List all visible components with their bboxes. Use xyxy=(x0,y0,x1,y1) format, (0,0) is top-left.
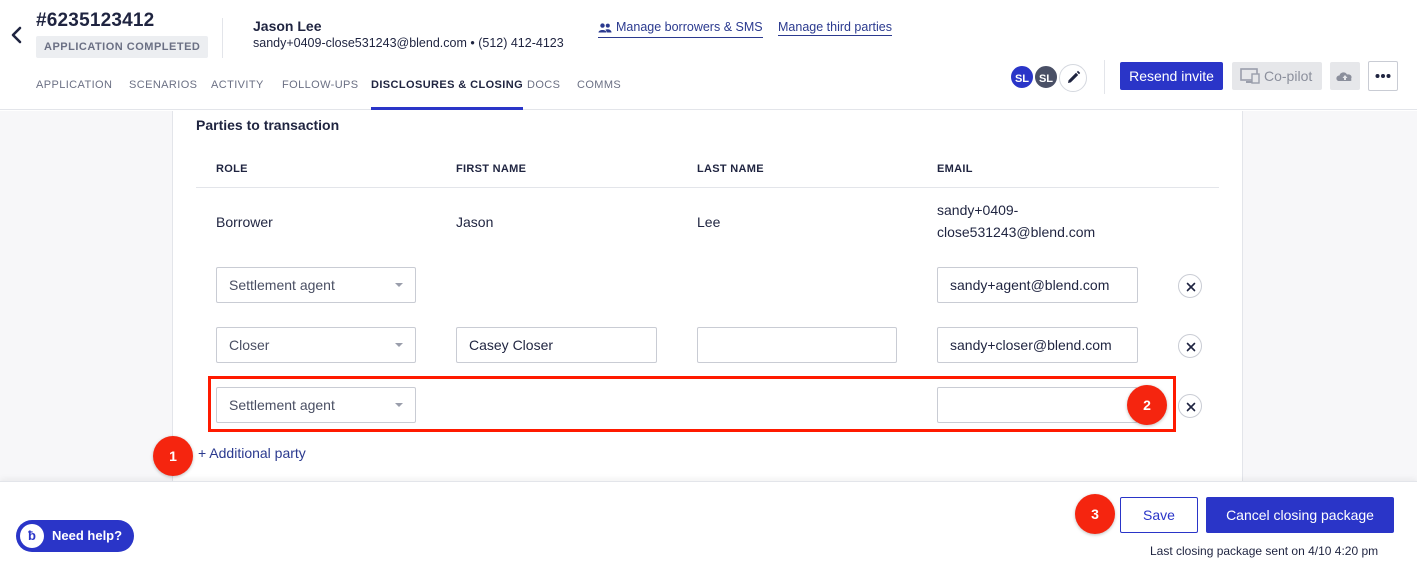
borrower-email-line-2: close531243@blend.com xyxy=(937,224,1096,240)
manage-borrowers-label: Manage borrowers & SMS xyxy=(616,20,763,34)
borrower-first-name: Jason xyxy=(456,214,494,230)
role-select-value: Settlement agent xyxy=(229,277,335,293)
cancel-closing-package-button[interactable]: Cancel closing package xyxy=(1206,497,1394,533)
step-marker-3: 3 xyxy=(1075,494,1115,534)
table-header-divider xyxy=(196,187,1219,188)
column-header-role: ROLE xyxy=(216,163,248,175)
column-header-first-name: FIRST NAME xyxy=(456,163,527,175)
tab-disclosures-closing[interactable]: DISCLOSURES & CLOSING xyxy=(371,70,524,110)
cloud-upload-icon[interactable] xyxy=(1330,62,1360,90)
last-sent-note: Last closing package sent on 4/10 4:20 p… xyxy=(1150,544,1379,558)
step-marker-2: 2 xyxy=(1127,385,1167,425)
header-divider xyxy=(222,18,223,58)
copilot-label: Co-pilot xyxy=(1264,68,1313,84)
need-help-label: Need help? xyxy=(52,528,123,543)
back-arrow-icon[interactable] xyxy=(8,24,26,46)
borrower-email-line-1: sandy+0409- xyxy=(937,202,1019,218)
more-options-icon[interactable] xyxy=(1368,61,1398,91)
manage-borrowers-link[interactable]: Manage borrowers & SMS xyxy=(598,20,763,38)
header-divider xyxy=(1104,60,1105,94)
role-select[interactable]: Settlement agent xyxy=(216,267,416,303)
status-badge: APPLICATION COMPLETED xyxy=(36,36,209,58)
column-header-email: EMAIL xyxy=(937,163,973,175)
step-marker-1: 1 xyxy=(153,436,193,476)
application-id: #6235123412 xyxy=(36,10,155,31)
last-name-field[interactable] xyxy=(697,327,897,363)
borrower-role: Borrower xyxy=(216,214,273,230)
tab-comms[interactable]: COMMS xyxy=(577,70,621,110)
people-icon xyxy=(598,22,612,36)
monitor-icon xyxy=(1240,65,1260,93)
section-title: Parties to transaction xyxy=(196,117,340,133)
blend-logo-icon: ƀ xyxy=(20,524,44,548)
app-header: #6235123412 APPLICATION COMPLETED Jason … xyxy=(0,0,1417,110)
caret-down-icon xyxy=(395,343,403,347)
copilot-button[interactable]: Co-pilot xyxy=(1232,62,1322,90)
borrower-contact: sandy+0409-close531243@blend.com • (512)… xyxy=(253,36,564,50)
tab-scenarios[interactable]: SCENARIOS xyxy=(129,70,197,110)
edit-pencil-icon[interactable] xyxy=(1059,64,1087,92)
tab-activity[interactable]: ACTIVITY xyxy=(211,70,264,110)
highlight-annotation-box xyxy=(208,376,1176,432)
avatar[interactable]: SL xyxy=(1033,64,1059,90)
first-name-field[interactable]: Casey Closer xyxy=(456,327,657,363)
additional-party-button[interactable]: + Additional party xyxy=(198,445,306,461)
resend-invite-button[interactable]: Resend invite xyxy=(1120,62,1223,90)
email-field[interactable]: sandy+closer@blend.com xyxy=(937,327,1138,363)
borrower-last-name: Lee xyxy=(697,214,721,230)
role-select[interactable]: Closer xyxy=(216,327,416,363)
remove-party-close-icon[interactable] xyxy=(1178,394,1202,418)
save-button[interactable]: Save xyxy=(1120,497,1198,533)
avatar[interactable]: SL xyxy=(1009,64,1035,90)
caret-down-icon xyxy=(395,283,403,287)
manage-third-parties-link[interactable]: Manage third parties xyxy=(778,20,892,36)
remove-party-close-icon[interactable] xyxy=(1178,274,1202,298)
email-field[interactable]: sandy+agent@blend.com xyxy=(937,267,1138,303)
need-help-button[interactable]: ƀ Need help? xyxy=(16,520,134,552)
tab-docs[interactable]: DOCS xyxy=(527,70,560,110)
role-select-value: Closer xyxy=(229,337,270,353)
column-header-last-name: LAST NAME xyxy=(697,163,764,175)
borrower-name: Jason Lee xyxy=(253,18,322,34)
tab-follow-ups[interactable]: FOLLOW-UPS xyxy=(282,70,359,110)
remove-party-close-icon[interactable] xyxy=(1178,334,1202,358)
tab-application[interactable]: APPLICATION xyxy=(36,70,112,110)
